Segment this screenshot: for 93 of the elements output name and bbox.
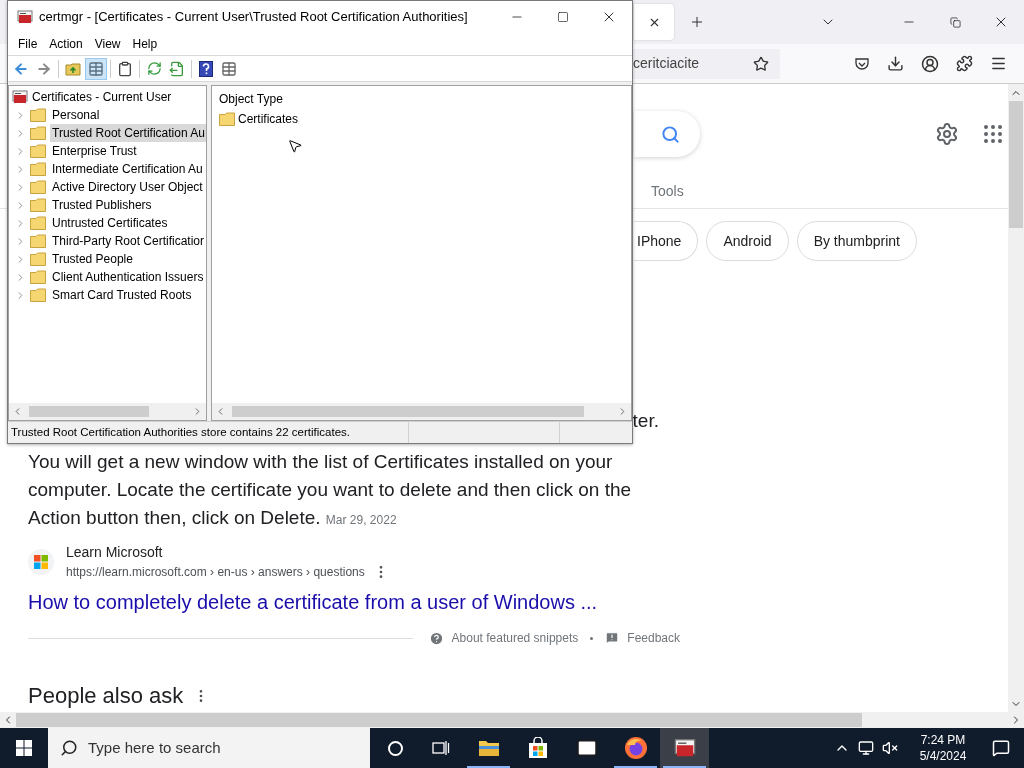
extensions-icon[interactable]: [956, 55, 973, 72]
menu-icon[interactable]: [990, 55, 1007, 72]
about-snippets-link[interactable]: About featured snippets: [451, 629, 579, 647]
tree-item[interactable]: Intermediate Certification Au: [50, 160, 204, 178]
notifications-icon[interactable]: [992, 739, 1010, 757]
new-tab-icon[interactable]: [689, 14, 705, 30]
feedback-icon[interactable]: [605, 631, 620, 645]
scrollbar-thumb[interactable]: [1009, 101, 1023, 228]
url-text: ceritciacite: [633, 54, 700, 73]
folder-icon: [30, 252, 46, 266]
apps-icon[interactable]: [981, 122, 1005, 146]
network-icon[interactable]: [858, 740, 874, 756]
menu-item[interactable]: View: [88, 35, 127, 53]
volume-muted-icon[interactable]: [882, 740, 898, 756]
search-icon[interactable]: [661, 124, 680, 144]
tools-tab[interactable]: Tools: [651, 181, 684, 202]
four-squares-logo: [28, 548, 54, 575]
folder-icon: [30, 216, 46, 230]
pocket-icon[interactable]: [854, 55, 870, 72]
windows-logo-icon: [16, 740, 32, 756]
shopping-bag-icon: [526, 737, 549, 759]
refresh-icon: [146, 61, 162, 76]
vertical-scrollbar[interactable]: [1008, 84, 1024, 712]
tree-toggle-button[interactable]: [85, 57, 107, 80]
tree-item[interactable]: Trusted Root Certification Au: [50, 124, 206, 142]
clock-date[interactable]: 5/4/2024: [919, 748, 967, 764]
table-icon: [88, 60, 104, 77]
folder-icon: [30, 234, 46, 248]
menu-item[interactable]: Help: [126, 35, 164, 53]
tree-item[interactable]: Personal: [50, 106, 101, 124]
account-icon[interactable]: [921, 54, 939, 73]
tree-item[interactable]: Smart Card Trusted Roots: [50, 286, 193, 304]
folder-icon: [30, 126, 46, 140]
folder-icon: [219, 112, 235, 126]
scrollbar-thumb[interactable]: [29, 406, 149, 417]
folder-icon: [30, 198, 46, 212]
task-view-icon: [432, 740, 450, 756]
source-url: https://learn.microsoft.com › en-us › answers › questions: [66, 564, 365, 581]
folder-icon: [30, 180, 46, 194]
app-icon: [17, 9, 33, 25]
export-icon: [169, 60, 185, 77]
bookmark-star-icon[interactable]: [753, 55, 770, 72]
folder-icon: [30, 144, 46, 158]
mail-icon: [575, 737, 598, 759]
folder-icon: [30, 288, 46, 302]
snippet-text-fragment: ter.: [632, 409, 659, 433]
list-item[interactable]: Certificates: [238, 110, 299, 128]
snippet-text: You will get a new window with the list of Certificates installed on your computer. Locate the certificate you want to delete and then click on the Action button then, click on Delete. Mar 29, 2022: [28, 450, 633, 530]
address-bar[interactable]: ceritciacite: [633, 48, 780, 79]
toolbox-icon: [673, 737, 696, 759]
scrollbar-thumb[interactable]: [16, 713, 862, 727]
tree-item[interactable]: Enterprise Trust: [50, 142, 138, 160]
search-box[interactable]: [634, 111, 700, 157]
menu-item[interactable]: Action: [43, 35, 89, 53]
window-title: certmgr - [Certificates - Current User\Trusted Root Certification Authorities]: [39, 8, 468, 27]
tree-item[interactable]: Trusted Publishers: [50, 196, 153, 214]
download-icon[interactable]: [887, 55, 904, 72]
feedback-link[interactable]: Feedback: [627, 629, 680, 647]
folder-icon: [30, 162, 46, 176]
help-icon: [199, 60, 213, 77]
taskbar-search-field[interactable]: Type here to search: [48, 728, 370, 768]
help-icon[interactable]: [428, 630, 444, 646]
menu-item[interactable]: File: [12, 35, 44, 53]
fox-globe-icon: [623, 736, 648, 760]
horizontal-scrollbar[interactable]: [212, 403, 631, 420]
tree-item[interactable]: Client Authentication Issuers: [50, 268, 205, 286]
folder-icon: [30, 270, 46, 284]
certificates-icon: [12, 89, 28, 105]
folder-up-icon: [65, 60, 81, 77]
taskbar-app[interactable]: [660, 728, 709, 768]
section-heading: People also ask: [28, 682, 184, 710]
mouse-cursor-icon: [287, 138, 303, 154]
status-text: Trusted Root Certification Authorities store contains 22 certificates.: [10, 424, 351, 440]
clock-time[interactable]: 7:24 PM: [920, 732, 966, 748]
tree-item[interactable]: Certificates - Current User: [32, 88, 172, 106]
tree-item[interactable]: Third-Party Root Certificatior: [50, 232, 206, 250]
scrollbar-thumb[interactable]: [232, 406, 584, 417]
restore-icon: [949, 16, 961, 28]
result-link[interactable]: How to completely delete a certificate from a user of Windows ...: [28, 587, 1008, 617]
settings-icon[interactable]: [935, 122, 959, 146]
search-icon: [60, 739, 78, 757]
tree-item[interactable]: Untrusted Certificates: [50, 214, 169, 232]
horizontal-scrollbar[interactable]: [9, 403, 206, 420]
source-name: Learn Microsoft: [66, 543, 164, 562]
right-arrow-icon: [36, 60, 52, 77]
table-icon: [221, 60, 237, 77]
folder-icon: [477, 739, 500, 757]
column-header[interactable]: Object Type: [219, 90, 283, 110]
clipboard-icon: [117, 60, 133, 77]
tree-item[interactable]: Active Directory User Object: [50, 178, 204, 196]
folder-icon: [30, 108, 46, 122]
maximize-icon: [557, 11, 569, 23]
tree-item[interactable]: Trusted People: [50, 250, 134, 268]
